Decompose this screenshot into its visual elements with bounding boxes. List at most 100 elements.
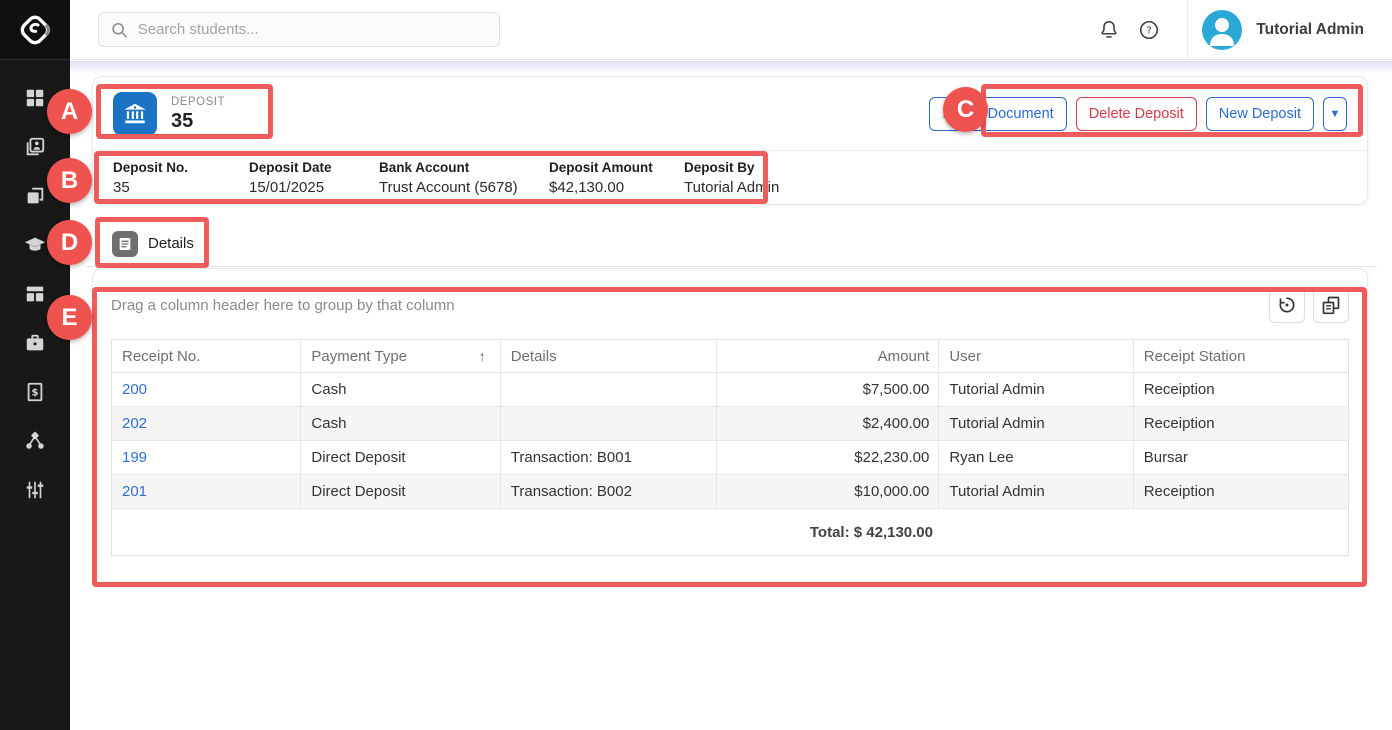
cell: Direct Deposit (301, 441, 500, 474)
search-input[interactable] (138, 21, 487, 38)
cell: 199 (112, 441, 301, 474)
receipts-grid-card: Drag a column header here to group by th… (92, 268, 1368, 584)
person-icon (1202, 10, 1242, 50)
cell (501, 373, 717, 406)
bank-icon (122, 101, 148, 127)
cell: Receiption (1134, 475, 1348, 508)
field-label: Deposit Date (249, 160, 379, 175)
cell: 202 (112, 407, 301, 440)
details-icon (112, 231, 138, 257)
column-header-amount[interactable]: Amount (717, 340, 939, 373)
cell: Tutorial Admin (939, 373, 1133, 406)
group-panel-hint[interactable]: Drag a column header here to group by th… (111, 297, 455, 314)
dashboard-icon (24, 87, 46, 109)
cell: $10,000.00 (717, 475, 939, 508)
new-deposit-button[interactable]: New Deposit (1206, 97, 1314, 131)
search-box[interactable] (98, 12, 500, 47)
sidebar-item-settings[interactable] (23, 478, 47, 502)
field-label: Deposit Amount (549, 160, 684, 175)
help-button[interactable]: ? (1129, 10, 1169, 50)
cell: $22,230.00 (717, 441, 939, 474)
field-value: 15/01/2025 (249, 179, 379, 196)
receipts-table: Receipt No.Payment Type↑DetailsAmountUse… (111, 339, 1349, 556)
cell: Cash (301, 407, 500, 440)
sort-asc-icon: ↑ (479, 348, 486, 364)
table-row[interactable]: 201Direct DepositTransaction: B002$10,00… (112, 475, 1348, 509)
sidebar: $ (0, 0, 70, 730)
cell: $2,400.00 (717, 407, 939, 440)
network-icon (24, 430, 46, 452)
tab-details[interactable]: Details (97, 219, 209, 267)
table-row[interactable]: 202 Cash $2,400.00Tutorial AdminReceiption (112, 407, 1348, 441)
field-label: Bank Account (379, 160, 549, 175)
cell: Tutorial Admin (939, 475, 1133, 508)
table-row[interactable]: 199 Direct DepositTransaction: B001$22,23… (112, 441, 1348, 475)
cell: Tutorial Admin (939, 407, 1133, 440)
merge-document-button[interactable]: Merge Document (929, 97, 1066, 131)
field-label: Deposit By (684, 160, 779, 175)
field-value: $42,130.00 (549, 179, 684, 196)
receipt-link[interactable]: 201 (122, 483, 147, 500)
cell: Bursar (1134, 441, 1348, 474)
help-icon: ? (1138, 19, 1160, 41)
avatar[interactable] (1202, 10, 1242, 50)
sidebar-item-documents[interactable] (23, 184, 47, 208)
table-body: 200Cash$7,500.00Tutorial AdminReceiption… (112, 373, 1348, 509)
topbar: ? Tutorial Admin (70, 0, 1392, 60)
app-logo[interactable] (0, 0, 70, 60)
cell: Cash (301, 373, 500, 406)
field-value: Trust Account (5678) (379, 179, 549, 196)
graduation-cap-icon (24, 234, 46, 256)
svg-text:?: ? (1147, 25, 1152, 36)
receipt-link[interactable]: 199 (122, 449, 147, 466)
chevron-down-icon: ▼ (1330, 108, 1341, 120)
column-header-user[interactable]: User (939, 340, 1133, 373)
contacts-icon (24, 136, 46, 158)
refresh-button[interactable] (1269, 287, 1305, 323)
column-header-receipt-station[interactable]: Receipt Station (1134, 340, 1348, 373)
cell: $7,500.00 (717, 373, 939, 406)
table-row[interactable]: 200Cash$7,500.00Tutorial AdminReceiption (112, 373, 1348, 407)
cell: 200 (112, 373, 301, 406)
svg-text:$: $ (31, 388, 38, 399)
settings-sliders-icon (24, 479, 46, 501)
invoice-dollar-icon: $ (24, 381, 46, 403)
sidebar-item-network[interactable] (23, 429, 47, 453)
documents-icon (24, 185, 46, 207)
topbar-divider (1187, 0, 1188, 60)
column-header-receipt-no-[interactable]: Receipt No. (112, 340, 301, 373)
entity-type-label: DEPOSIT (171, 96, 225, 108)
user-name[interactable]: Tutorial Admin (1256, 21, 1364, 39)
field-deposit-by: Deposit By Tutorial Admin (684, 160, 779, 196)
sidebar-item-briefcase[interactable] (23, 331, 47, 355)
more-actions-dropdown[interactable]: ▼ (1323, 97, 1347, 131)
notifications-button[interactable] (1089, 10, 1129, 50)
deposit-number: 35 (171, 110, 225, 133)
receipt-link[interactable]: 200 (122, 381, 147, 398)
field-deposit-date: Deposit Date 15/01/2025 (249, 160, 379, 196)
field-deposit-amount: Deposit Amount $42,130.00 (549, 160, 684, 196)
briefcase-icon (24, 332, 46, 354)
sidebar-item-billing[interactable]: $ (23, 380, 47, 404)
topbar-shadow (70, 61, 1392, 74)
field-deposit-no: Deposit No. 35 (113, 160, 249, 196)
cell (501, 407, 717, 440)
sidebar-item-layout[interactable] (23, 282, 47, 306)
sidebar-item-education[interactable] (23, 233, 47, 257)
delete-deposit-button[interactable]: Delete Deposit (1076, 97, 1197, 131)
sidebar-item-dashboard[interactable] (23, 86, 47, 110)
search-icon (111, 21, 128, 39)
cell: Receiption (1134, 407, 1348, 440)
column-header-payment-type[interactable]: Payment Type↑ (301, 340, 500, 373)
sidebar-item-contacts[interactable] (23, 135, 47, 159)
total-amount: Total: $ 42,130.00 (112, 524, 942, 541)
deposit-info-row: Deposit No. 35 Deposit Date 15/01/2025 B… (93, 151, 1367, 196)
column-header-details[interactable]: Details (501, 340, 717, 373)
receipt-link[interactable]: 202 (122, 415, 147, 432)
tab-baseline (85, 266, 1377, 267)
table-footer-row: Total: $ 42,130.00 (112, 509, 1348, 555)
column-chooser-button[interactable] (1313, 287, 1349, 323)
field-value: 35 (113, 179, 249, 196)
table-header-row: Receipt No.Payment Type↑DetailsAmountUse… (112, 340, 1348, 373)
cell: Transaction: B001 (501, 441, 717, 474)
